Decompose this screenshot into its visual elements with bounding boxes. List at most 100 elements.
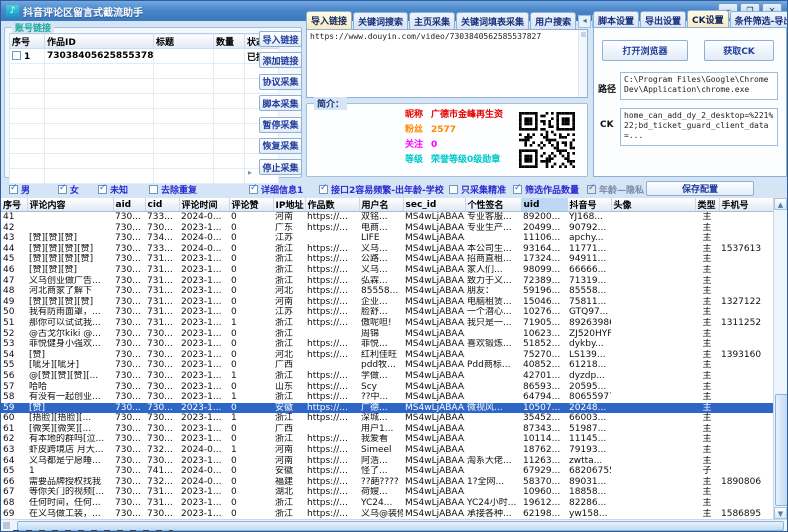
table-row[interactable]: 66需要品牌授权找我730...732...2024-0...0福建https:… [1,477,773,488]
url-input[interactable]: https://www.douyin.com/video/73038405625… [306,29,588,98]
filter-checkbox-5[interactable]: 接口2容易频繁-出年龄-学校 [319,183,444,196]
url-scrollbar[interactable] [578,30,587,97]
cell: MS4wLjABAA... [403,329,465,340]
main-col-header[interactable]: uid [521,198,567,212]
main-col-header[interactable]: 头像 [611,198,695,212]
main-col-header[interactable]: 评论赞 [229,198,273,212]
filter-checkbox-6[interactable]: 只采集精准 [449,183,506,196]
table-row[interactable]: 52@古戈尔kiki @...730...730...2023-1...0浙江周… [1,329,773,340]
table-row[interactable]: 43[赞][赞][赞]730...734...2024-0...0江苏LIFEM… [1,233,773,244]
table-row[interactable]: 45[赞][赞][赞][赞]730...731...2023-1...0浙江ht… [1,254,773,265]
cell: 2023-1... [179,254,229,265]
left-action-button-6[interactable]: 停止采集 [259,159,302,175]
right-tab-1[interactable]: 导出设置 [640,11,686,28]
middle-tab-4[interactable]: 用户搜索 [530,12,576,29]
filter-checkbox-7[interactable]: 筛选作品数量 [513,183,579,196]
main-col-header[interactable]: IP地址 [273,198,305,212]
cell: 730... [113,424,145,435]
left-table-empty-row [10,109,279,124]
table-row[interactable]: 46[赞][赞][赞]730...731...2023-1...0浙江https… [1,265,773,276]
chrome-path-field[interactable]: C:\Program Files\Google\Chrome Dev\Appli… [620,72,778,100]
table-row[interactable]: 62有本地的群吗[泣...730...730...2023-1...0浙江htt… [1,434,773,445]
cell: 0 [229,360,273,371]
filter-checkbox-3[interactable]: 去除重复 [149,183,197,196]
filter-checkbox-4[interactable]: 详细信息1 [249,183,303,196]
ck-value-field[interactable]: home_can_add_dy_2_desktop=%221%22;bd_tic… [620,108,778,146]
table-row[interactable]: 47义乌创业做广告...730...731...2023-1...0浙江http… [1,276,773,287]
save-config-button[interactable]: 保存配置 [646,181,754,196]
table-row[interactable]: 57哈哈730...730...2023-1...0山东https://...S… [1,382,773,393]
main-col-header[interactable]: 作品数 [305,198,359,212]
middle-tab-2[interactable]: 主页采集 [409,12,455,29]
left-action-button-1[interactable]: 添加链接 [259,52,302,68]
get-ck-button[interactable]: 获取CK [704,40,774,61]
table-row[interactable]: 651730...741...2024-0...0安徽https://...怪了… [1,466,773,477]
intro-field-value: 荣誉等级0级勋章 [431,155,500,165]
main-col-header[interactable]: 类型 [695,198,719,212]
left-col-header: 序号 [10,34,45,49]
table-row[interactable]: 48河北商家了解下730...731...2023-1...0河北https:/… [1,286,773,297]
main-col-header[interactable]: 用户名 [359,198,403,212]
table-row[interactable]: 41730...733...2024-0...0河南https://...双铭.… [1,212,773,223]
filter-checkbox-8[interactable]: 年龄—隐私 [587,183,644,196]
middle-tab-3[interactable]: 关键词填表采集 [456,12,529,29]
left-action-button-0[interactable]: 导入链接 [259,31,302,47]
table-row[interactable]: 59[赞]730...730...2023-1...0安徽https://...… [1,403,773,414]
tab-scroll-left-icon[interactable]: ◂ [578,15,591,28]
table-row[interactable]: 69在义乌做工装，...730...730...2023-1...0浙江http… [1,509,773,519]
table-row[interactable]: 51那你可以试试我...730...731...2023-1...1浙江http… [1,318,773,329]
table-row[interactable]: 53菲悦健身小强欢...730...730...2023-1...0浙江http… [1,339,773,350]
cell: 731... [145,265,179,276]
main-col-header[interactable]: 评论时间 [179,198,229,212]
vertical-scroll-thumb[interactable] [775,394,788,506]
main-col-header[interactable]: sec_id [403,198,465,212]
main-col-header[interactable]: aid [113,198,145,212]
filter-checkbox-1[interactable]: 女 [58,183,79,196]
table-row[interactable]: 55[呲牙][呲牙]730...730...2023-1...0广西pdd牧..… [1,360,773,371]
open-browser-button[interactable]: 打开浏览器 [602,40,688,61]
table-row[interactable]: 60[捂脸][捂脸][...730...730...2023-1...1浙江ht… [1,413,773,424]
cell [719,445,773,456]
left-action-button-4[interactable]: 暂停采集 [259,117,302,133]
table-row[interactable]: 54[赞]730...730...2023-1...0河北https://...… [1,350,773,361]
main-col-header[interactable]: 评论内容 [27,198,113,212]
scroll-up-icon[interactable]: ▲ [774,198,787,210]
table-row[interactable]: 63虾皮跨境店 月大...730...732...2024-0...1河南htt… [1,445,773,456]
right-tab-3[interactable]: 条件筛选-导出 [730,11,788,28]
main-col-header[interactable]: cid [145,198,179,212]
cell [611,509,695,519]
filter-checkbox-0[interactable]: 男 [9,183,30,196]
cell [719,424,773,435]
left-table-row[interactable]: 17303840562585537827已搜索 [10,49,279,64]
left-action-button-2[interactable]: 协议采集 [259,74,302,90]
table-row[interactable]: 58有没有一起创业...730...730...2023-1...1浙江http… [1,392,773,403]
left-action-button-3[interactable]: 脚本采集 [259,95,302,111]
table-row[interactable]: 64义乌都是宁愿睡...730...730...2023-1...0河南http… [1,456,773,467]
cell: ??中... [359,392,403,403]
right-tab-2[interactable]: CK设置 [687,10,729,28]
table-row[interactable]: 56@[赞][赞][赞][...730...730...2023-1...1浙江… [1,371,773,382]
main-col-header[interactable]: 个性签名 [465,198,521,212]
table-row[interactable]: 42730...730...2023-1...0广东https://...电商.… [1,223,773,234]
left-table-scroll-arrow-icon[interactable]: ▸ [248,168,252,177]
main-col-header[interactable]: 手机号 [719,198,773,212]
cell: 20248... [567,403,611,414]
middle-tab-0[interactable]: 导入链接 [306,11,352,29]
filter-checkbox-2[interactable]: 未知 [98,183,128,196]
vertical-scrollbar[interactable]: ▲ ▼ [773,198,787,519]
row-checkbox[interactable] [12,51,21,60]
main-col-header[interactable]: 序号 [1,198,27,212]
middle-tab-1[interactable]: 关键词搜索 [353,12,408,29]
main-col-header[interactable]: 抖音号 [567,198,611,212]
table-row[interactable]: 44[赞][赞][赞][赞]730...733...2024-0...0浙江ht… [1,244,773,255]
cell [465,445,521,456]
table-row[interactable]: 50我有防雨面罩，...730...731...2023-1...0江苏http… [1,307,773,318]
table-row[interactable]: 49[赞][赞][赞][赞]730...731...2023-1...0河南ht… [1,297,773,308]
table-row[interactable]: 68任何时间，任何...730...731...2023-1...0浙江http… [1,498,773,509]
table-row[interactable]: 61[微笑][微笑][...730...730...2023-1...0广西用户… [1,424,773,435]
scroll-down-icon[interactable]: ▼ [774,507,787,519]
left-action-button-5[interactable]: 恢复采集 [259,138,302,154]
table-row[interactable]: 67等你关门的视频[...730...731...2023-1...0湖北htt… [1,487,773,498]
right-tab-0[interactable]: 脚本设置 [593,11,639,28]
cell [465,424,521,435]
